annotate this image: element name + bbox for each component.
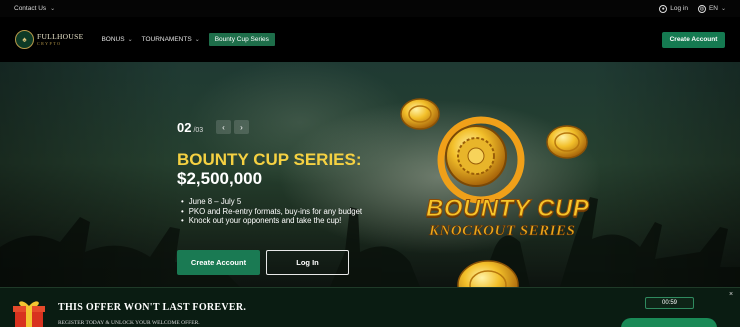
- offer-banner: THIS OFFER WON'T LAST FOREVER. REGISTER …: [0, 287, 740, 327]
- slide-current: 02: [177, 120, 192, 135]
- hero-title: BOUNTY CUP SERIES: $2,500,000: [177, 150, 362, 188]
- nav-menu: BONUS ⌄ TOURNAMENTS ⌄ Bounty Cup Series: [101, 33, 275, 46]
- bounty-cup-artwork: BOUNTY CUP KNOCKOUT SERIES: [396, 92, 626, 287]
- contact-us-label: Contact Us: [14, 5, 47, 12]
- brand-name: FULLHOUSE: [37, 32, 84, 42]
- hero-login-button[interactable]: Log In: [266, 250, 349, 275]
- hero-bullet-formats: PKO and Re-entry formats, buy-ins for an…: [181, 207, 362, 217]
- offer-claim-button[interactable]: [621, 318, 717, 327]
- nav-item-label: BONUS: [101, 36, 125, 43]
- chevron-down-icon: ⌄: [194, 37, 200, 43]
- chip-logo-icon: ♠: [15, 30, 34, 49]
- user-icon: ●: [659, 4, 668, 13]
- offer-subtitle: REGISTER TODAY & UNLOCK YOUR WELCOME OFF…: [58, 320, 200, 326]
- globe-icon: ◍: [697, 4, 706, 13]
- main-nav: ♠ FULLHOUSE CRYPTO BONUS ⌄ TOURNAMENTS ⌄…: [0, 17, 740, 62]
- language-label: EN: [708, 5, 718, 12]
- hero-create-account-button[interactable]: Create Account: [177, 250, 260, 275]
- create-account-button[interactable]: Create Account: [662, 31, 725, 48]
- contact-us-menu[interactable]: Contact Us ⌄: [14, 5, 55, 12]
- chevron-down-icon: ⌄: [127, 37, 133, 43]
- hero-bullet-knockout: Knock out your opponents and take the cu…: [181, 216, 362, 226]
- login-label: Log in: [670, 5, 688, 12]
- offer-countdown: 00:59: [645, 297, 694, 309]
- hero-bullets: June 8 – July 5 PKO and Re-entry formats…: [181, 197, 362, 226]
- utility-bar: Contact Us ⌄ ● Log in ◍ EN ⌄: [0, 0, 740, 17]
- chevron-down-icon: ⌄: [720, 6, 726, 12]
- brand-logo[interactable]: ♠ FULLHOUSE CRYPTO: [15, 30, 83, 49]
- gold-coins-icon: [400, 98, 588, 287]
- hero-banner: 02 /03 ‹ › BOUNTY CUP SERIES: $2,500,000…: [0, 62, 740, 287]
- chevron-down-icon: ⌄: [50, 6, 56, 12]
- nav-item-tournaments[interactable]: TOURNAMENTS ⌄: [142, 36, 200, 43]
- nav-item-bonus[interactable]: BONUS ⌄: [101, 36, 132, 43]
- offer-title: THIS OFFER WON'T LAST FOREVER.: [58, 302, 247, 313]
- language-selector[interactable]: ◍ EN ⌄: [697, 4, 726, 13]
- hero-title-line1: BOUNTY CUP SERIES:: [177, 150, 362, 169]
- bounty-cup-logo-text: BOUNTY CUP: [425, 195, 590, 223]
- chevron-left-icon: ‹: [222, 122, 225, 132]
- hero-bullet-dates: June 8 – July 5: [181, 197, 362, 207]
- next-slide-button[interactable]: ›: [234, 120, 249, 134]
- nav-item-label: TOURNAMENTS: [141, 36, 192, 43]
- knockout-series-logo-text: KNOCKOUT SERIES: [429, 223, 576, 240]
- close-icon[interactable]: ×: [729, 291, 733, 298]
- prev-slide-button[interactable]: ‹: [216, 120, 231, 134]
- slide-counter: 02 /03: [177, 120, 203, 135]
- login-link[interactable]: ● Log in: [659, 4, 688, 13]
- brand-subtitle: CRYPTO: [37, 40, 62, 46]
- chevron-right-icon: ›: [240, 122, 243, 132]
- gift-box-icon: [13, 301, 45, 327]
- slide-arrows: ‹ ›: [216, 120, 249, 134]
- hero-prize-amount: $2,500,000: [177, 169, 263, 188]
- nav-item-bounty-cup-series[interactable]: Bounty Cup Series: [208, 33, 275, 46]
- slide-total: /03: [193, 127, 204, 134]
- hero-vignette: [0, 62, 740, 287]
